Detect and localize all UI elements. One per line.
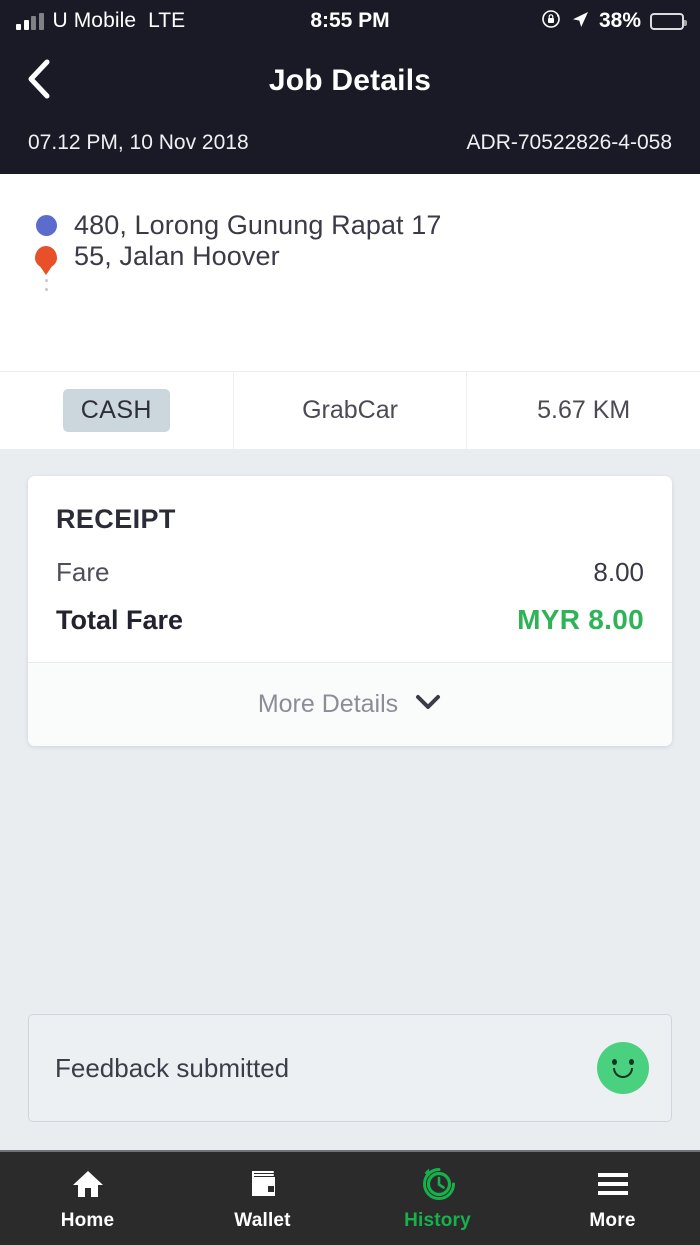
feedback-status-text: Feedback submitted [55, 1052, 290, 1083]
history-clock-icon [420, 1166, 456, 1202]
tab-history-label: History [404, 1209, 471, 1231]
receipt-heading: RECEIPT [56, 504, 176, 534]
receipt-line-label: Fare [56, 557, 110, 587]
tab-home-label: Home [60, 1209, 115, 1231]
battery-percent-label: 38% [598, 9, 641, 32]
receipt-line-value: 8.00 [593, 557, 644, 587]
location-arrow-icon [570, 9, 590, 34]
dropoff-row: 55, Jalan Hoover [0, 241, 700, 272]
total-fare-label: Total Fare [56, 605, 184, 635]
page-title: Job Details [268, 64, 432, 97]
job-meta-bar: 07.12 PM, 10 Nov 2018 ADR-70522826-4-058 [0, 120, 700, 174]
pickup-dot-icon [28, 215, 64, 236]
dropoff-address: 55, Jalan Hoover [74, 241, 280, 271]
distance-cell: 5.67 KM [466, 372, 700, 449]
content-area: RECEIPT Fare 8.00 Total Fare MYR 8.00 Mo… [0, 449, 700, 1150]
navigation-bar: Job Details [0, 42, 700, 120]
tab-wallet-label: Wallet [234, 1209, 291, 1231]
pickup-address: 480, Lorong Gunung Rapat 17 [74, 210, 442, 240]
bottom-tab-bar: Home Wallet History More [0, 1150, 700, 1245]
wallet-icon [247, 1166, 279, 1202]
pickup-row: 480, Lorong Gunung Rapat 17 [0, 210, 700, 241]
receipt-body: RECEIPT Fare 8.00 Total Fare MYR 8.00 [28, 476, 672, 662]
home-icon [71, 1166, 105, 1202]
job-details-screen: U Mobile LTE 8:55 PM 38% Job Details 07.… [0, 0, 700, 1245]
chevron-left-icon [24, 58, 54, 105]
feedback-status-box[interactable]: Feedback submitted [28, 1014, 672, 1122]
more-details-button[interactable]: More Details [28, 662, 672, 746]
tab-history[interactable]: History [350, 1152, 525, 1245]
back-button[interactable] [0, 42, 78, 120]
tab-home[interactable]: Home [0, 1152, 175, 1245]
service-type-cell: GrabCar [232, 372, 467, 449]
tab-wallet[interactable]: Wallet [175, 1152, 350, 1245]
tab-more-label: More [589, 1209, 636, 1231]
trip-addresses: 480, Lorong Gunung Rapat 17 55, Jalan Ho… [0, 174, 700, 371]
total-fare-value: MYR 8.00 [517, 604, 644, 635]
status-bar-right: 38% [541, 9, 687, 34]
receipt-card: RECEIPT Fare 8.00 Total Fare MYR 8.00 Mo… [28, 476, 672, 746]
payment-method-badge: CASH [62, 389, 170, 432]
receipt-line-item: Fare 8.00 [56, 557, 644, 588]
status-bar: U Mobile LTE 8:55 PM 38% [0, 0, 700, 42]
hamburger-menu-icon [596, 1166, 630, 1202]
tab-more[interactable]: More [525, 1152, 700, 1245]
receipt-total-row: Total Fare MYR 8.00 [56, 604, 644, 636]
destination-pin-icon [28, 245, 64, 268]
payment-method-cell: CASH [0, 372, 233, 449]
battery-icon [650, 12, 687, 30]
trip-info-row: CASH GrabCar 5.67 KM [0, 371, 700, 449]
job-datetime: 07.12 PM, 10 Nov 2018 [28, 131, 249, 154]
smiley-face-icon [597, 1042, 649, 1094]
carrier-label: U Mobile [52, 9, 137, 32]
more-details-label: More Details [257, 690, 399, 718]
status-bar-left: U Mobile LTE [16, 9, 185, 33]
rotation-lock-icon [541, 9, 561, 34]
signal-strength-icon [16, 12, 44, 30]
chevron-down-icon [414, 693, 442, 716]
job-booking-code: ADR-70522826-4-058 [466, 131, 672, 154]
network-type-label: LTE [148, 9, 186, 32]
